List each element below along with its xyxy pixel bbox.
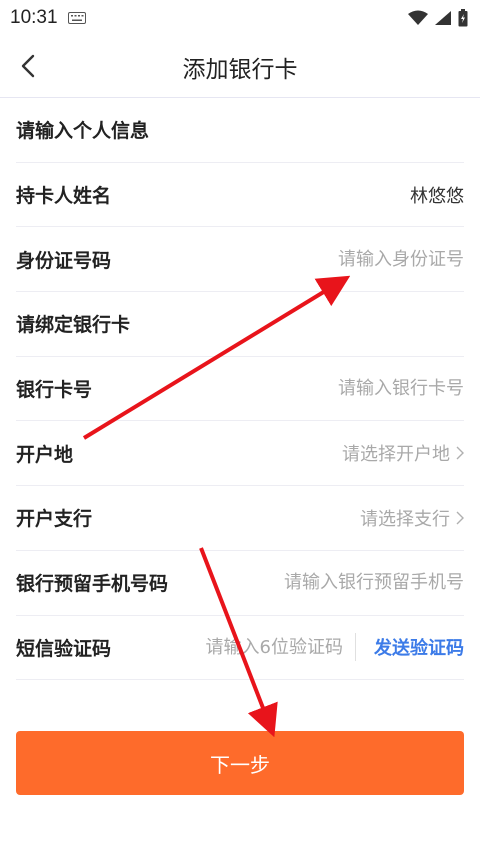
holder-name-row: 持卡人姓名 林悠悠 — [16, 163, 464, 228]
sms-code-input[interactable] — [183, 636, 343, 658]
next-step-button[interactable]: 下一步 — [16, 731, 464, 795]
back-button[interactable] — [10, 48, 46, 84]
holder-name-label: 持卡人姓名 — [16, 185, 112, 208]
bank-card-form: 请输入个人信息 持卡人姓名 林悠悠 身份证号码 请绑定银行卡 银行卡号 开户地 … — [0, 98, 480, 681]
keyboard-icon — [67, 12, 86, 24]
section-bind-card: 请绑定银行卡 — [16, 292, 464, 357]
branch-row[interactable]: 开户支行 请选择支行 — [16, 486, 464, 551]
back-chevron-icon — [21, 54, 35, 78]
branch-placeholder: 请选择支行 — [360, 508, 450, 530]
chevron-right-icon — [456, 511, 464, 525]
send-code-button[interactable]: 发送验证码 — [374, 634, 464, 660]
phone-label: 银行预留手机号码 — [16, 573, 169, 596]
battery-icon — [458, 9, 468, 27]
open-place-row[interactable]: 开户地 请选择开户地 — [16, 421, 464, 487]
section-bind-label: 请绑定银行卡 — [16, 314, 131, 337]
section-personal-info: 请输入个人信息 — [16, 98, 464, 163]
branch-label: 开户支行 — [16, 508, 93, 531]
status-time: 10:31 — [10, 7, 58, 28]
id-number-label: 身份证号码 — [16, 249, 112, 272]
sms-label: 短信验证码 — [16, 637, 112, 660]
chevron-right-icon — [456, 446, 464, 460]
status-bar: 10:31 — [0, 0, 480, 36]
open-place-placeholder: 请选择开户地 — [342, 444, 450, 466]
branch-selector[interactable]: 请选择支行 — [360, 505, 464, 531]
status-icons — [408, 9, 468, 27]
phone-row: 银行预留手机号码 — [16, 551, 464, 616]
card-number-input[interactable] — [264, 378, 464, 400]
phone-input[interactable] — [264, 572, 464, 594]
id-number-input[interactable] — [264, 248, 464, 270]
sms-divider — [355, 633, 356, 662]
signal-icon — [435, 11, 451, 25]
open-place-label: 开户地 — [16, 443, 74, 466]
navigation-bar: 添加银行卡 — [0, 36, 480, 98]
sms-row: 短信验证码 发送验证码 — [16, 616, 464, 681]
holder-name-value: 林悠悠 — [410, 185, 464, 207]
card-number-row: 银行卡号 — [16, 357, 464, 422]
id-number-row: 身份证号码 — [16, 227, 464, 293]
wifi-icon — [408, 10, 428, 25]
page-title: 添加银行卡 — [182, 56, 298, 83]
section-personal-label: 请输入个人信息 — [16, 120, 150, 143]
card-number-label: 银行卡号 — [16, 379, 93, 402]
open-place-selector[interactable]: 请选择开户地 — [342, 440, 464, 466]
